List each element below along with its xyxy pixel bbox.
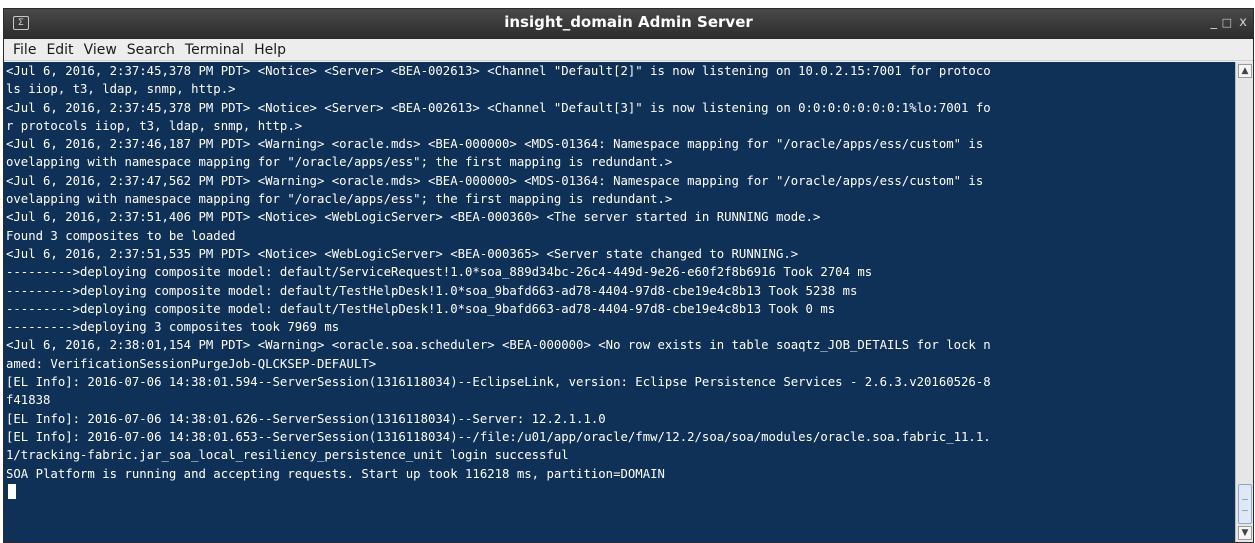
menu-help[interactable]: Help — [249, 39, 291, 61]
scroll-down-icon[interactable]: ▼ — [1238, 526, 1252, 540]
menu-bar: File Edit View Search Terminal Help — [4, 39, 1253, 61]
terminal-line — [4, 483, 1235, 501]
terminal-line: ovelapping with namespace mapping for "/… — [6, 155, 673, 170]
terminal-line: Found 3 composites to be loaded — [6, 228, 236, 243]
menu-file[interactable]: File — [8, 39, 41, 61]
menu-view[interactable]: View — [79, 39, 122, 61]
terminal-line: <Jul 6, 2016, 2:37:45,378 PM PDT> <Notic… — [6, 100, 991, 115]
terminal-window: Σ insight_domain Admin Server _ □ x File… — [3, 8, 1254, 543]
scroll-up-icon[interactable]: ▲ — [1238, 64, 1252, 78]
terminal-line: f41838 — [6, 393, 51, 408]
menu-edit[interactable]: Edit — [41, 39, 78, 61]
terminal-line: <Jul 6, 2016, 2:38:01,154 PM PDT> <Warni… — [6, 338, 991, 353]
terminal-line: ovelapping with namespace mapping for "/… — [6, 192, 673, 207]
menu-search[interactable]: Search — [122, 39, 180, 61]
terminal-line: --------->deploying composite model: def… — [6, 301, 836, 316]
terminal-line: <Jul 6, 2016, 2:37:45,378 PM PDT> <Notic… — [6, 64, 991, 78]
text-cursor — [8, 483, 16, 499]
terminal-line: r protocols iiop, t3, ldap, snmp, http.> — [6, 118, 303, 133]
window-title: insight_domain Admin Server — [504, 13, 753, 31]
vertical-scrollbar[interactable]: ▲ ▼ — [1235, 62, 1253, 542]
scrollbar-thumb[interactable] — [1238, 484, 1252, 524]
terminal-line: [EL Info]: 2016-07-06 14:38:01.626--Serv… — [6, 411, 606, 426]
terminal-output[interactable]: <Jul 6, 2016, 2:37:45,378 PM PDT> <Notic… — [4, 62, 1235, 542]
terminal-line: [EL Info]: 2016-07-06 14:38:01.594--Serv… — [6, 375, 991, 390]
terminal-line: ls iiop, t3, ldap, snmp, http.> — [6, 82, 236, 97]
terminal-line: --------->deploying composite model: def… — [6, 265, 873, 280]
terminal-line: [EL Info]: 2016-07-06 14:38:01.653--Serv… — [6, 429, 991, 444]
terminal-line: amed: VerificationSessionPurgeJob-QLCKSE… — [6, 356, 377, 371]
terminal-line: --------->deploying composite model: def… — [6, 283, 858, 298]
terminal-line: <Jul 6, 2016, 2:37:47,562 PM PDT> <Warni… — [6, 173, 984, 188]
menu-terminal[interactable]: Terminal — [180, 39, 249, 61]
terminal-line: <Jul 6, 2016, 2:37:51,406 PM PDT> <Notic… — [6, 210, 821, 225]
grip-icon — [1242, 499, 1248, 511]
terminal-line: --------->deploying 3 composites took 79… — [6, 320, 340, 335]
terminal-line: <Jul 6, 2016, 2:37:51,535 PM PDT> <Notic… — [6, 246, 799, 261]
terminal-line: 1/tracking-fabric.jar_soa_local_resilien… — [6, 448, 569, 463]
minimize-icon[interactable]: _ — [1211, 12, 1218, 34]
terminal-line: <Jul 6, 2016, 2:37:46,187 PM PDT> <Warni… — [6, 137, 984, 152]
title-bar[interactable]: Σ insight_domain Admin Server _ □ x — [4, 9, 1253, 39]
maximize-icon[interactable]: □ — [1222, 12, 1232, 34]
terminal-line: SOA Platform is running and accepting re… — [6, 466, 665, 481]
close-icon[interactable]: x — [1239, 12, 1247, 34]
